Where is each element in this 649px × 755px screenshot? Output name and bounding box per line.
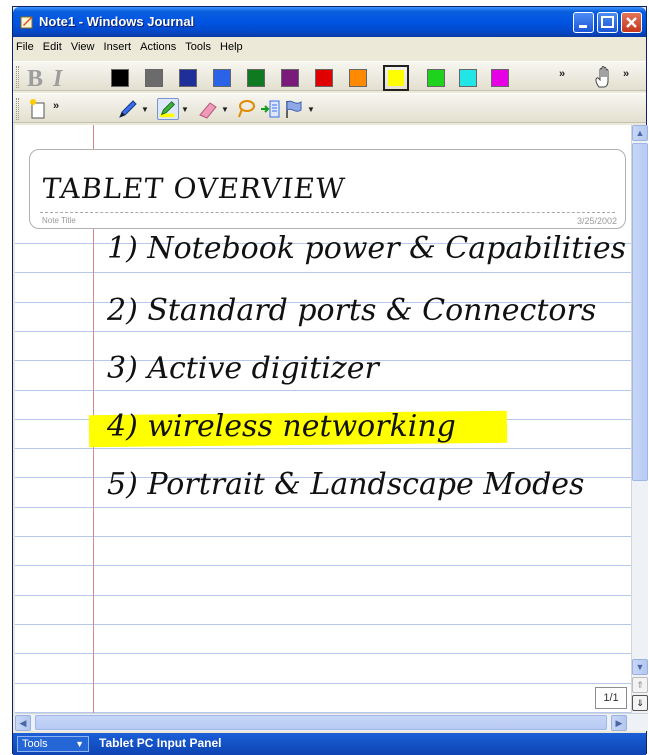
list-item[interactable]: 2) Standard ports & Connectors: [107, 293, 596, 328]
color-swatch[interactable]: [281, 69, 299, 87]
ruled-line: [15, 272, 631, 273]
menu-insert[interactable]: Insert: [101, 37, 135, 53]
menu-actions[interactable]: Actions: [137, 37, 179, 53]
menu-help[interactable]: Help: [217, 37, 246, 53]
note-page[interactable]: TABLET OVERVIEW Note Title 3/25/2002 1) …: [15, 125, 631, 713]
color-swatch[interactable]: [179, 69, 197, 87]
minimize-button[interactable]: [573, 12, 594, 33]
toolbar1-overflow-button[interactable]: »: [559, 68, 565, 80]
horizontal-scroll-thumb[interactable]: [35, 715, 607, 730]
ruled-line: [15, 448, 631, 449]
ruled-line: [15, 331, 631, 332]
vertical-scrollbar[interactable]: ▲ ▼ ⇑ ⇓: [631, 125, 648, 713]
menu-edit[interactable]: Edit: [40, 37, 65, 53]
toolbar1-overflow-right[interactable]: »: [623, 68, 629, 80]
scroll-up-button[interactable]: ▲: [632, 125, 648, 141]
list-item[interactable]: 4) wireless networking: [107, 409, 456, 444]
color-swatch[interactable]: [111, 69, 129, 87]
selection-hand-icon[interactable]: [591, 65, 617, 91]
color-swatch[interactable]: [145, 69, 163, 87]
color-swatch[interactable]: [491, 69, 509, 87]
list-item[interactable]: 3) Active digitizer: [107, 351, 379, 386]
insert-space-icon[interactable]: [259, 98, 281, 120]
toolbar-grip[interactable]: [16, 98, 19, 120]
color-swatch[interactable]: [459, 69, 477, 87]
title-bar[interactable]: Note1 - Windows Journal: [13, 7, 646, 37]
chevron-down-icon: ▼: [75, 739, 84, 749]
page-indicator: 1/1: [595, 687, 627, 709]
input-panel-bar: Tools ▼ Tablet PC Input Panel: [13, 733, 646, 755]
menu-file[interactable]: File: [13, 37, 37, 53]
highlighter-dropdown-icon[interactable]: ▼: [181, 105, 189, 114]
toolbar2-overflow-button[interactable]: »: [53, 100, 59, 112]
note-title-label: Note Title: [42, 216, 76, 225]
flag-dropdown-icon[interactable]: ▼: [307, 105, 315, 114]
input-panel-tools-button[interactable]: Tools ▼: [17, 736, 89, 752]
list-item[interactable]: 5) Portrait & Landscape Modes: [107, 467, 584, 502]
toolbar-grip[interactable]: [16, 66, 19, 88]
scroll-left-button[interactable]: ◀: [15, 715, 31, 731]
color-swatch[interactable]: [383, 65, 409, 91]
pen-icon[interactable]: [117, 98, 139, 120]
color-swatch[interactable]: [213, 69, 231, 87]
window-title: Note1 - Windows Journal: [39, 14, 195, 29]
italic-button[interactable]: I: [53, 66, 62, 93]
new-note-icon[interactable]: [27, 98, 49, 120]
ruled-line: [15, 624, 631, 625]
minimize-icon: [579, 25, 587, 28]
color-swatch[interactable]: [247, 69, 265, 87]
menu-view[interactable]: View: [68, 37, 98, 53]
flag-icon[interactable]: [283, 98, 305, 120]
journal-app-icon: [20, 16, 33, 29]
ruled-line: [15, 653, 631, 654]
ruled-line: [15, 683, 631, 684]
eraser-icon[interactable]: [197, 98, 219, 120]
maximize-button[interactable]: [597, 12, 618, 33]
next-page-button[interactable]: ⇓: [632, 695, 648, 711]
scroll-right-button[interactable]: ▶: [611, 715, 627, 731]
ruled-line: [15, 507, 631, 508]
lasso-select-icon[interactable]: [235, 98, 257, 120]
input-panel-tools-label: Tools: [22, 738, 48, 750]
menu-tools[interactable]: Tools: [182, 37, 214, 53]
highlighter-icon[interactable]: [157, 98, 179, 120]
ruled-line: [15, 536, 631, 537]
close-icon: [626, 17, 637, 28]
color-swatch[interactable]: [427, 69, 445, 87]
note-title-area[interactable]: TABLET OVERVIEW Note Title 3/25/2002: [29, 149, 626, 229]
color-swatch[interactable]: [315, 69, 333, 87]
pen-dropdown-icon[interactable]: ▼: [141, 105, 149, 114]
scroll-down-button[interactable]: ▼: [632, 659, 648, 675]
ruled-line: [15, 390, 631, 391]
list-item[interactable]: 1) Notebook power & Capabilities: [107, 231, 626, 266]
close-button[interactable]: [621, 12, 642, 33]
ruled-line: [15, 565, 631, 566]
input-panel-title: Tablet PC Input Panel: [99, 736, 222, 750]
color-swatch[interactable]: [349, 69, 367, 87]
bold-button[interactable]: B: [27, 66, 43, 93]
maximize-icon: [601, 16, 614, 28]
journal-window: Note1 - Windows Journal File Edit View I…: [12, 6, 648, 755]
note-title: TABLET OVERVIEW: [40, 172, 347, 205]
previous-page-button[interactable]: ⇑: [632, 677, 648, 693]
pen-toolbar: » ▼ ▼ ▼ ▼: [13, 93, 646, 123]
menu-bar: File Edit View Insert Actions Tools Help: [13, 37, 646, 59]
title-divider: [40, 212, 615, 213]
eraser-dropdown-icon[interactable]: ▼: [221, 105, 229, 114]
note-date: 3/25/2002: [576, 216, 617, 226]
horizontal-scrollbar[interactable]: ◀ ▶: [15, 713, 648, 731]
vertical-scroll-thumb[interactable]: [632, 143, 648, 481]
ruled-line: [15, 595, 631, 596]
format-toolbar: B I » »: [13, 61, 646, 93]
